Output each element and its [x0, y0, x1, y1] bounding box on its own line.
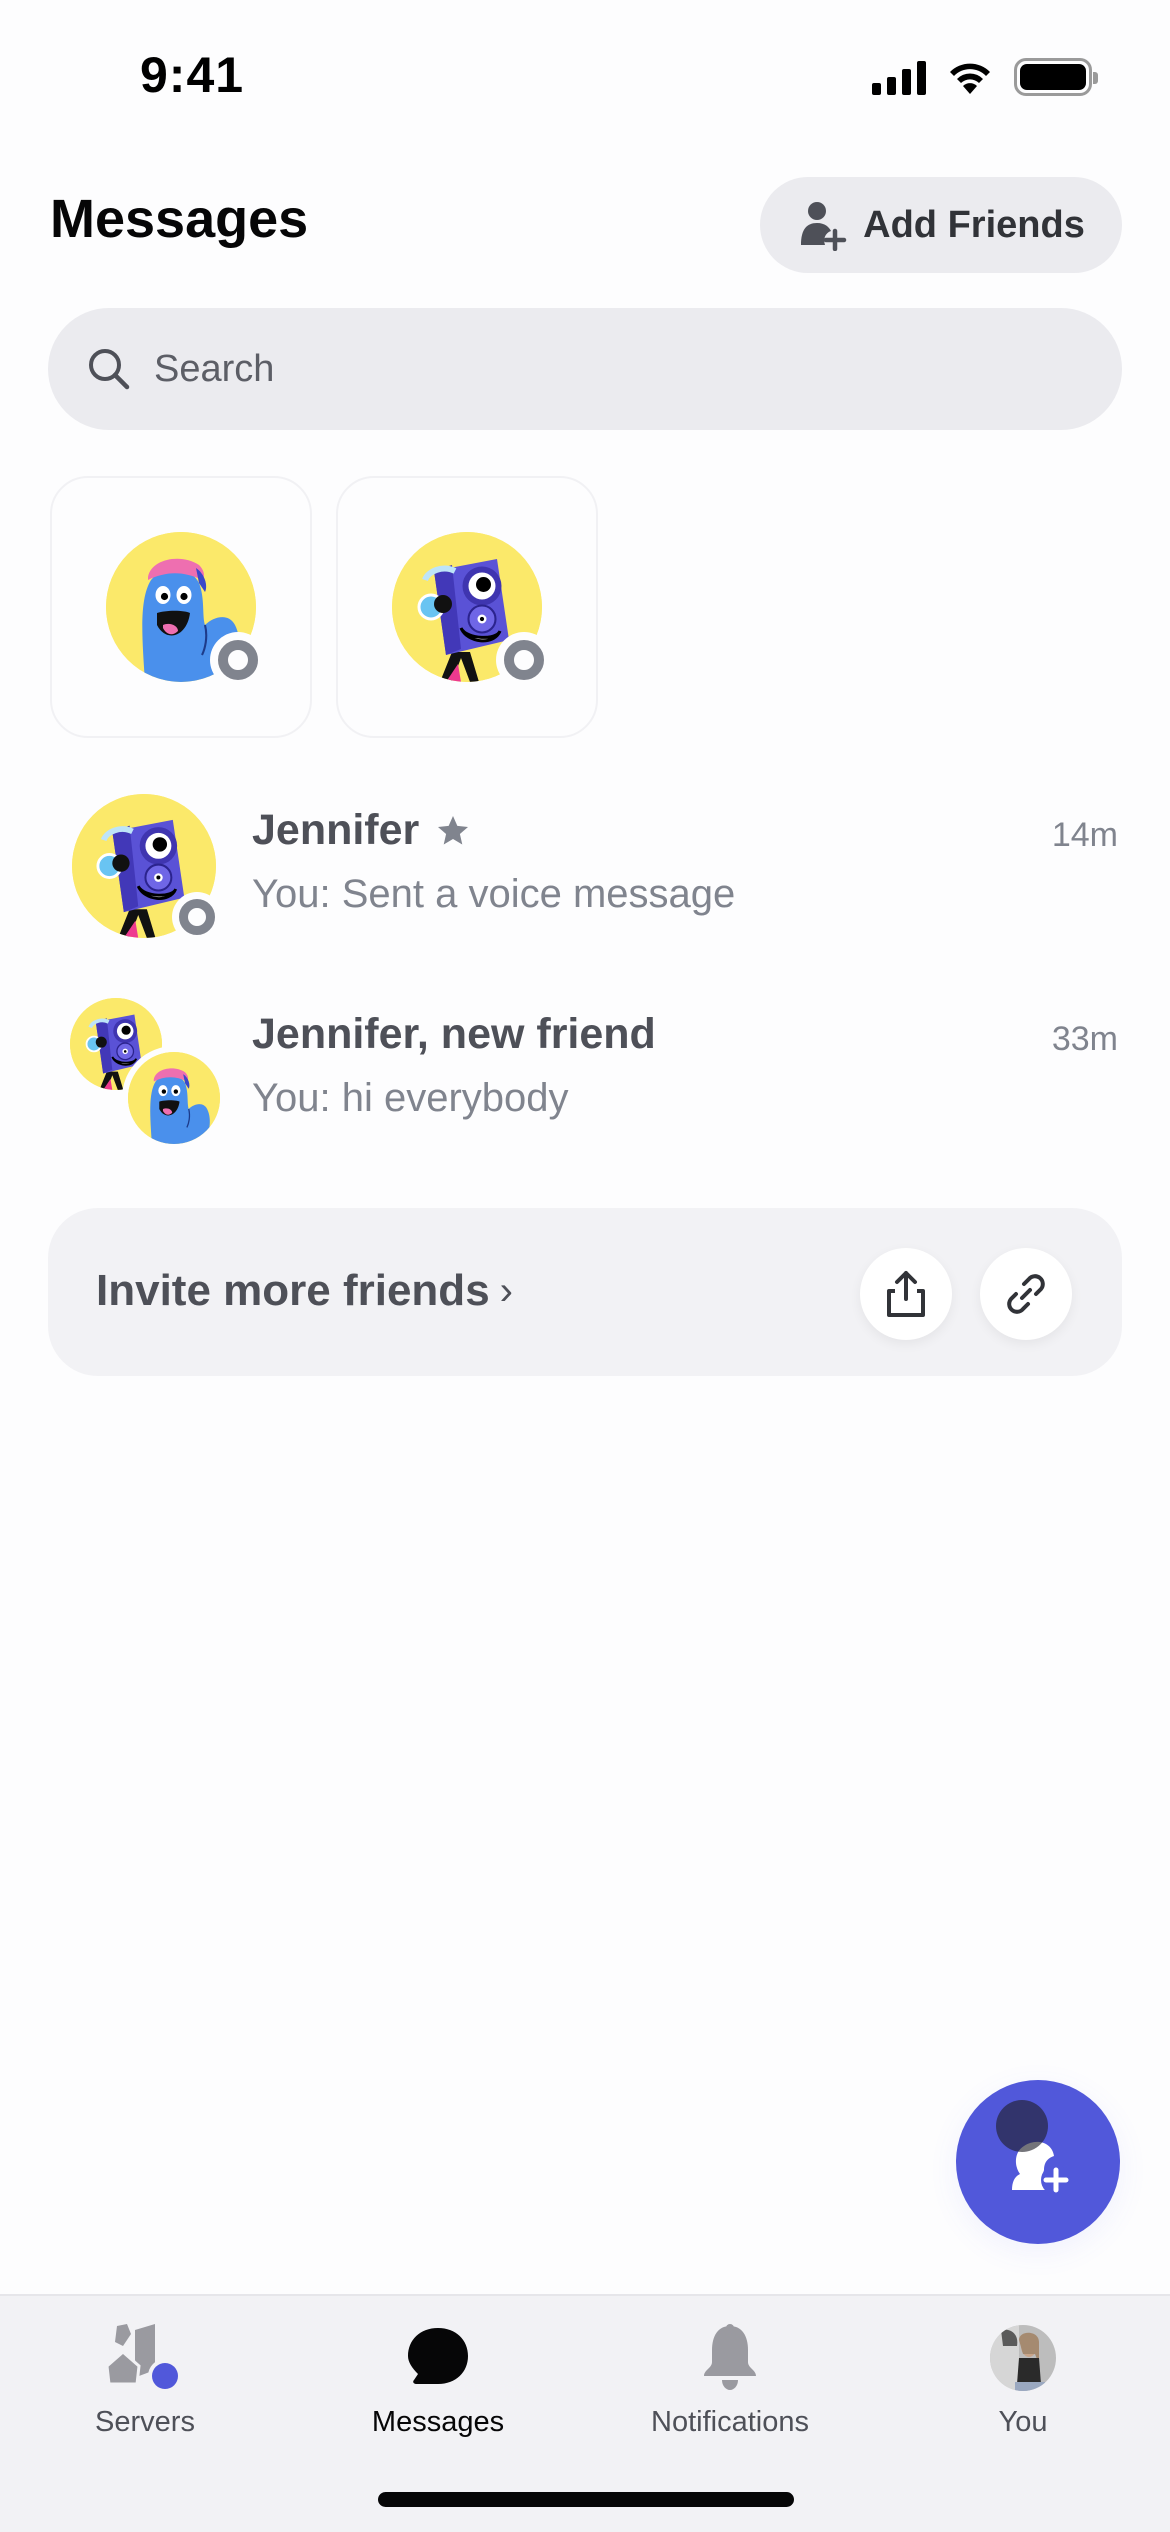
tab-label: Notifications	[651, 2406, 809, 2438]
share-icon	[887, 1271, 925, 1317]
active-friend-card[interactable]	[50, 476, 312, 738]
add-friends-button[interactable]: Add Friends	[760, 177, 1122, 273]
dm-list-item[interactable]: Jennifer You: Sent a voice message 14m	[0, 780, 1170, 950]
blue-monster-avatar	[106, 532, 266, 688]
dm-timestamp: 14m	[1051, 816, 1118, 854]
offline-status-icon	[496, 632, 552, 688]
dm-timestamp: 33m	[1051, 1020, 1118, 1058]
speaker-robot-avatar	[392, 532, 552, 688]
search-icon	[89, 349, 130, 390]
add-friend-icon	[801, 202, 847, 251]
status-bar: 9:41	[0, 0, 1170, 150]
tab-label: Messages	[371, 2406, 505, 2438]
share-invite-button[interactable]	[860, 1248, 952, 1340]
dm-preview: You: Sent a voice message	[252, 872, 736, 916]
tab-you[interactable]: You	[903, 2322, 1143, 2442]
chat-bubble-icon	[402, 2322, 474, 2394]
servers-icon	[95, 2322, 195, 2394]
tab-label: You	[998, 2406, 1048, 2438]
new-message-person-plus-icon	[1012, 2141, 1071, 2195]
chevron-right-icon: ›	[499, 1268, 513, 1313]
wifi-icon	[950, 63, 990, 94]
speaker-robot-avatar	[72, 794, 222, 942]
copy-link-button[interactable]	[980, 1248, 1072, 1340]
group-avatar	[70, 998, 226, 1158]
tab-messages[interactable]: Messages	[318, 2322, 558, 2442]
tab-label: Servers	[95, 2406, 195, 2438]
add-friends-label: Add Friends	[863, 203, 1085, 246]
cellular-signal-icon	[872, 59, 926, 95]
home-indicator	[378, 2492, 794, 2507]
profile-avatar	[989, 2322, 1057, 2394]
invite-friends-card: Invite more friends ›	[48, 1208, 1122, 1376]
battery-icon	[1014, 58, 1098, 96]
dm-name: Jennifer	[252, 806, 471, 855]
status-time: 9:41	[140, 47, 245, 103]
dm-list-item[interactable]: Jennifer, new friend You: hi everybody 3…	[0, 984, 1170, 1154]
offline-status-icon	[210, 632, 266, 688]
dm-name: Jennifer, new friend	[252, 1010, 656, 1058]
offline-status-icon	[172, 892, 222, 942]
search-input[interactable]	[154, 347, 954, 391]
bell-icon	[698, 2322, 762, 2394]
favorite-star-icon	[438, 815, 469, 844]
page-title: Messages	[50, 189, 309, 249]
new-message-fab[interactable]	[956, 2080, 1120, 2244]
search-bar[interactable]	[48, 308, 1122, 430]
dm-preview: You: hi everybody	[252, 1076, 569, 1120]
tab-notifications[interactable]: Notifications	[610, 2322, 850, 2442]
servers-badge	[152, 2363, 178, 2389]
invite-more-friends-link[interactable]: Invite more friends ›	[96, 1266, 513, 1316]
link-icon	[1007, 1274, 1045, 1314]
blue-monster-avatar	[128, 1052, 220, 1144]
status-icons	[872, 58, 1098, 96]
active-friend-card[interactable]	[336, 476, 598, 738]
tab-servers[interactable]: Servers	[25, 2322, 265, 2442]
